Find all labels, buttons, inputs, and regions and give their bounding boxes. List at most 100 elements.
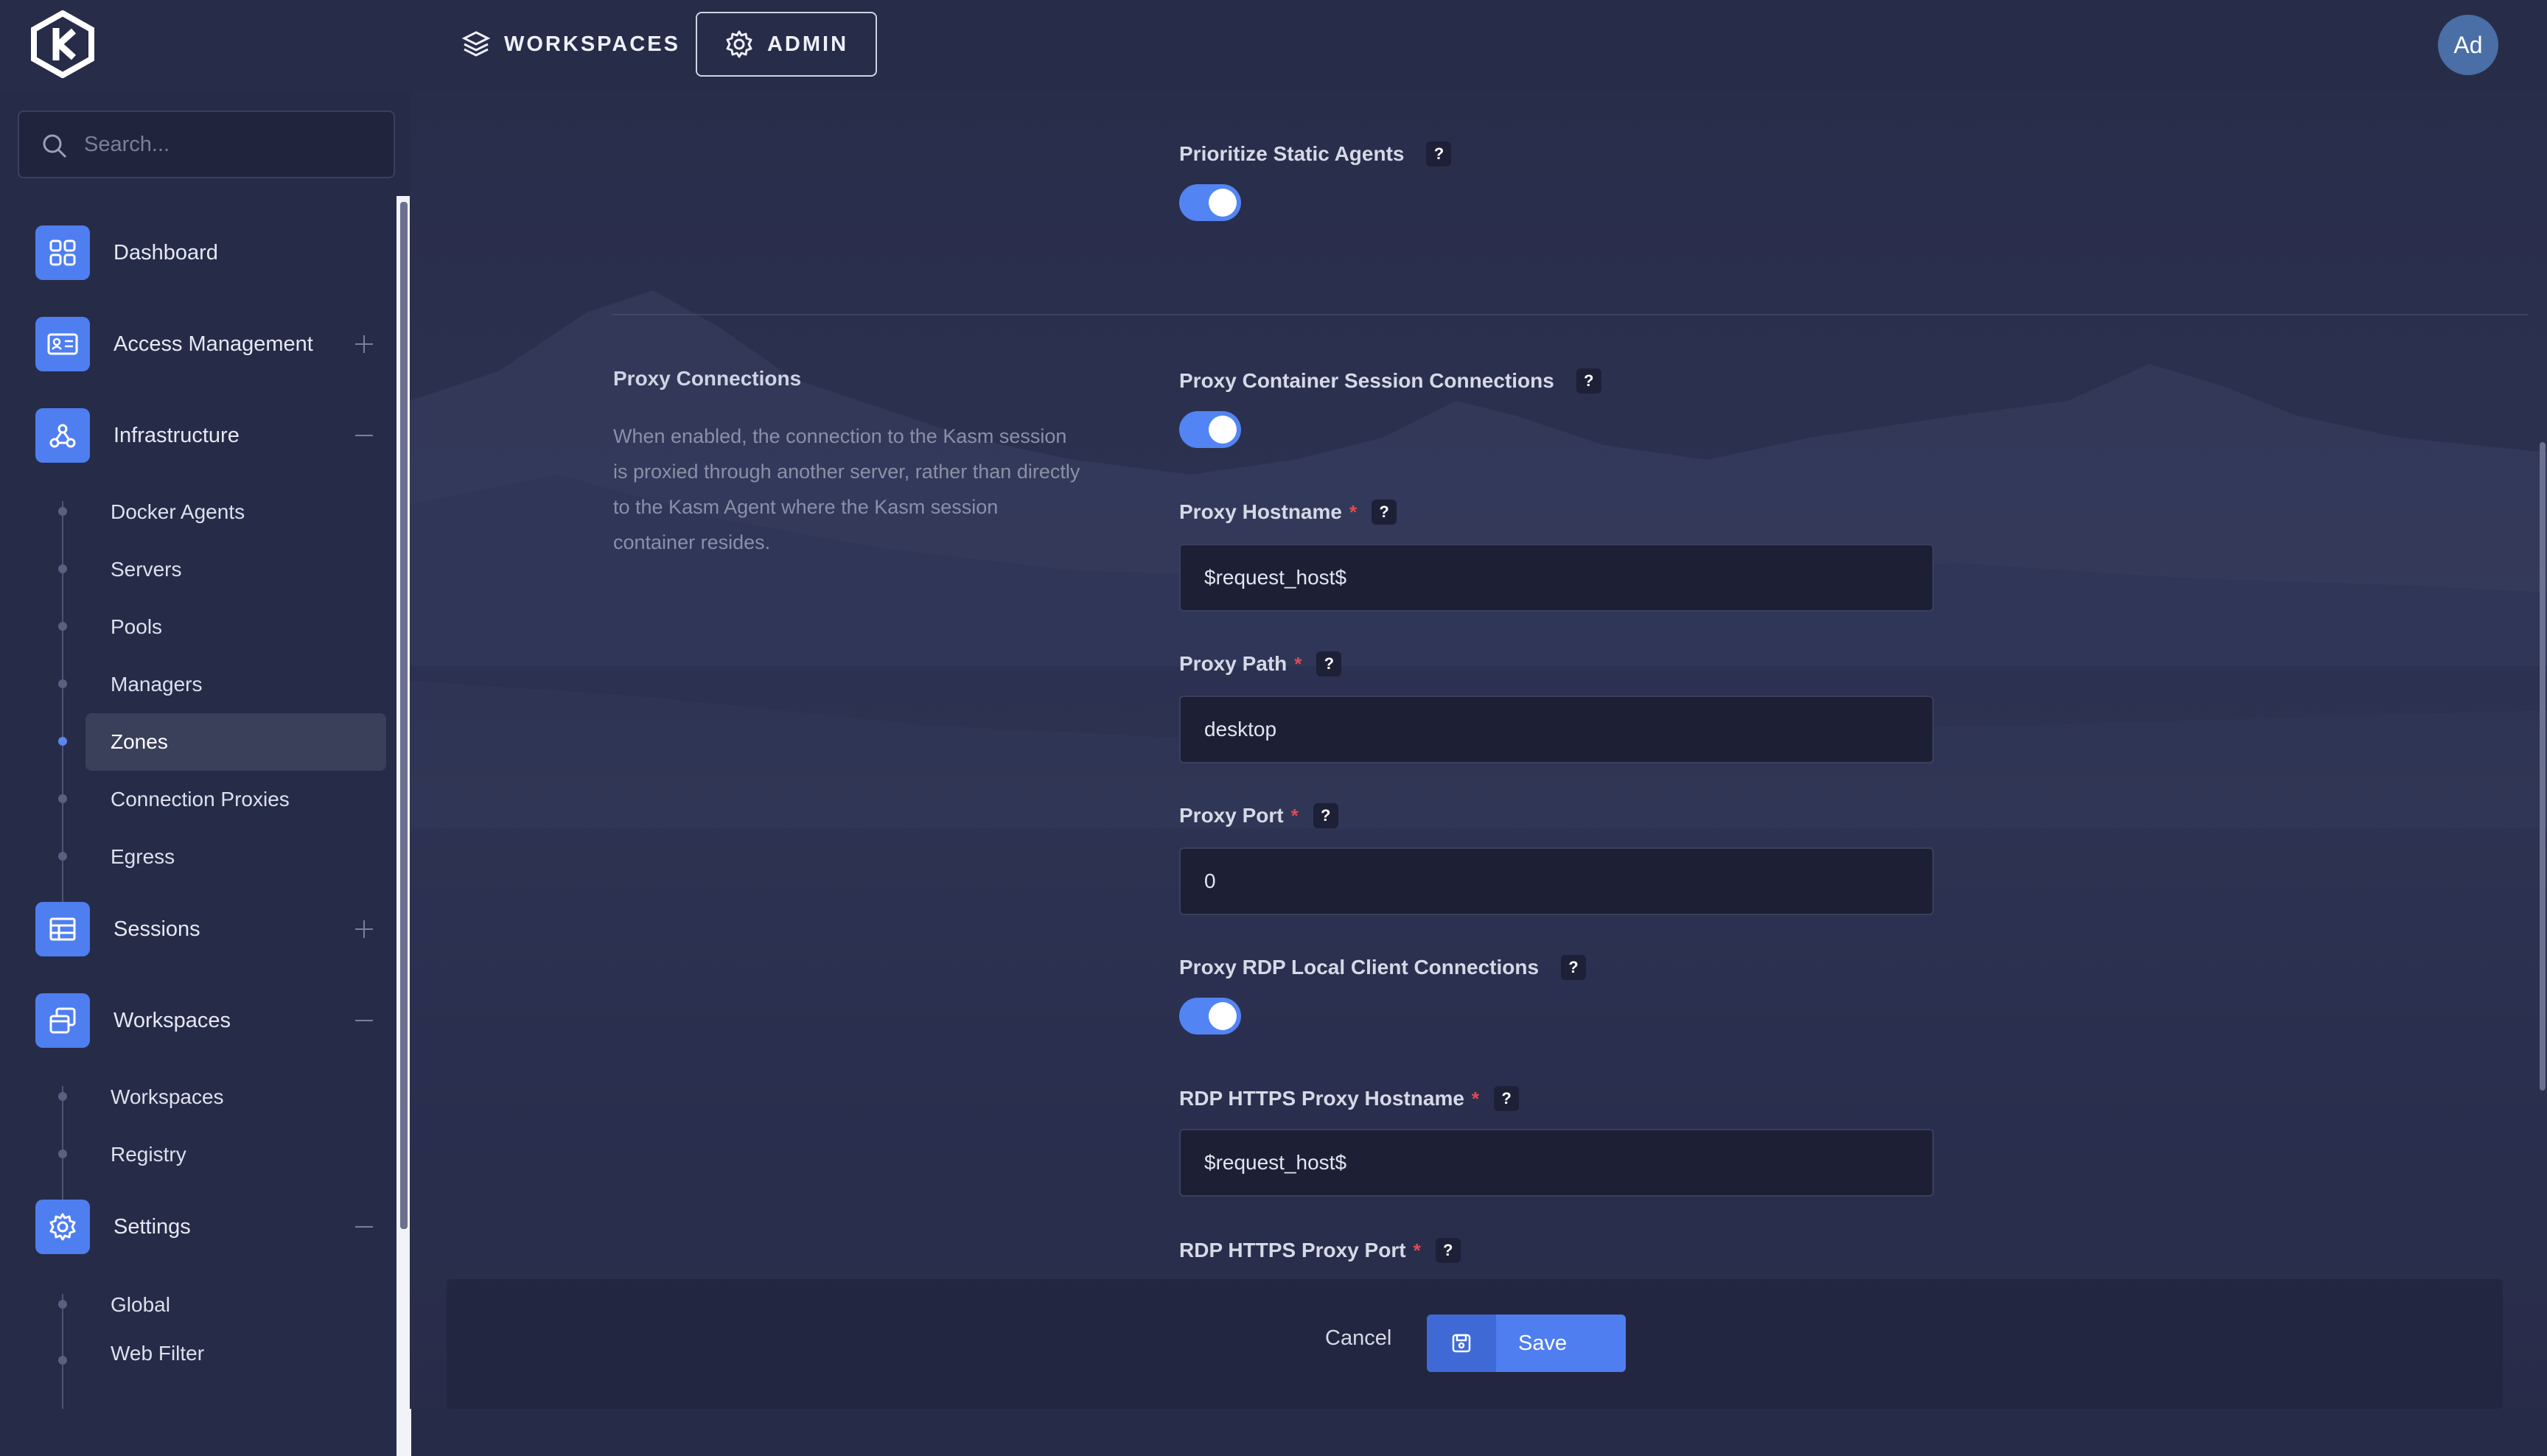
submenu-dot xyxy=(58,507,67,516)
sidebar-subitem-web-filter[interactable]: Web Filter xyxy=(85,1332,386,1375)
id-card-icon xyxy=(35,317,90,371)
expand-plus-icon[interactable] xyxy=(354,334,374,354)
toggle-knob xyxy=(1209,189,1237,217)
user-avatar[interactable]: Ad xyxy=(2438,15,2498,75)
help-icon[interactable]: ? xyxy=(1494,1086,1520,1111)
table-icon xyxy=(35,902,90,956)
field-label-text: Proxy Path xyxy=(1179,652,1288,675)
field-label-text: Proxy Port xyxy=(1179,804,1284,827)
help-icon[interactable]: ? xyxy=(1313,803,1338,828)
help-icon[interactable]: ? xyxy=(1372,500,1397,525)
sidebar-item-infrastructure[interactable]: Infrastructure xyxy=(35,408,374,463)
sidebar-item-sessions[interactable]: Sessions xyxy=(35,902,374,956)
nav-workspaces-button[interactable]: WORKSPACES xyxy=(461,12,682,77)
field-label-text: Proxy Hostname xyxy=(1179,500,1342,523)
field-label-text: Prioritize Static Agents xyxy=(1179,142,1405,165)
prioritize-static-agents-toggle[interactable] xyxy=(1179,184,1241,221)
sidebar-item-label: Workspaces xyxy=(113,1008,231,1032)
help-icon[interactable]: ? xyxy=(1435,1238,1461,1263)
proxy-rdp-local-label: Proxy RDP Local Client Connections ? xyxy=(1179,955,1587,980)
sidebar-item-access-management[interactable]: Access Management xyxy=(35,317,374,371)
required-asterisk: * xyxy=(1294,652,1302,675)
submenu-line xyxy=(62,1294,63,1409)
help-icon[interactable]: ? xyxy=(1316,651,1342,676)
required-asterisk: * xyxy=(1471,1087,1480,1110)
sidebar-item-label: Access Management xyxy=(113,332,313,356)
nav-workspaces-label: WORKSPACES xyxy=(504,32,680,56)
save-button-label: Save xyxy=(1518,1331,1568,1355)
help-icon[interactable]: ? xyxy=(1426,141,1452,167)
sidebar-subitem-registry[interactable]: Registry xyxy=(85,1126,386,1183)
main-scrollbar-thumb[interactable] xyxy=(2540,442,2546,1091)
sidebar-item-label: Dashboard xyxy=(113,240,218,265)
proxy-connections-description: When enabled, the connection to the Kasm… xyxy=(613,425,1080,553)
proxy-container-session-label: Proxy Container Session Connections ? xyxy=(1179,368,1601,393)
field-label-text: Proxy Container Session Connections xyxy=(1179,369,1554,392)
sidebar-subitem-connection-proxies[interactable]: Connection Proxies xyxy=(85,771,386,828)
sidebar-item-label: Settings xyxy=(113,1214,191,1239)
sidebar-subitem-managers[interactable]: Managers xyxy=(85,656,386,713)
submenu-dot xyxy=(58,1300,67,1309)
toggle-knob xyxy=(1209,416,1237,444)
nav-admin-label: ADMIN xyxy=(766,32,849,56)
sidebar-subitem-servers[interactable]: Servers xyxy=(85,541,386,598)
field-label-text: RDP HTTPS Proxy Hostname xyxy=(1179,1087,1464,1110)
submenu-dot xyxy=(58,622,67,631)
search-input[interactable] xyxy=(83,112,377,177)
nav-admin-button[interactable]: ADMIN xyxy=(696,12,877,77)
collapse-minus-icon[interactable] xyxy=(354,425,374,446)
submenu-dot xyxy=(58,679,67,688)
submenu-dot xyxy=(58,564,67,573)
sidebar-item-settings[interactable]: Settings xyxy=(35,1200,374,1254)
sidebar-item-dashboard[interactable]: Dashboard xyxy=(35,225,374,280)
proxy-path-label: Proxy Path * ? xyxy=(1179,651,1342,676)
submenu-dot xyxy=(58,1356,67,1365)
sidebar-subitem-docker-agents[interactable]: Docker Agents xyxy=(85,483,386,541)
top-bar: WORKSPACES ADMIN Ad xyxy=(0,0,2547,91)
sidebar-item-label: Sessions xyxy=(113,917,200,941)
prioritize-static-agents-label: Prioritize Static Agents ? xyxy=(1179,141,1452,167)
avatar-initials: Ad xyxy=(2453,31,2483,58)
submenu-dot xyxy=(58,794,67,803)
gear-icon xyxy=(726,30,752,58)
sidebar-subitem-workspaces[interactable]: Workspaces xyxy=(85,1068,386,1126)
sidebar-item-workspaces[interactable]: Workspaces xyxy=(35,993,374,1048)
sidebar-scrollbar-thumb[interactable] xyxy=(400,202,408,1229)
dashboard-grid-icon xyxy=(35,225,90,280)
required-asterisk: * xyxy=(1413,1239,1421,1261)
proxy-port-label: Proxy Port * ? xyxy=(1179,803,1338,828)
collapse-minus-icon[interactable] xyxy=(354,1217,374,1237)
rdp-https-proxy-hostname-field[interactable]: $request_host$ xyxy=(1179,1129,1934,1197)
rdp-https-proxy-hostname-label: RDP HTTPS Proxy Hostname * ? xyxy=(1179,1086,1520,1111)
help-icon[interactable]: ? xyxy=(1576,368,1601,393)
sidebar-subitem-global[interactable]: Global xyxy=(85,1276,386,1334)
submenu-dot xyxy=(58,852,67,861)
section-divider xyxy=(612,314,2528,315)
proxy-connections-title: Proxy Connections xyxy=(613,367,802,390)
collapse-minus-icon[interactable] xyxy=(354,1010,374,1031)
layers-icon xyxy=(461,31,491,57)
gear-icon xyxy=(35,1200,90,1254)
sidebar-subitem-zones[interactable]: Zones xyxy=(85,713,386,771)
help-icon[interactable]: ? xyxy=(1561,955,1587,980)
save-button[interactable]: Save xyxy=(1427,1315,1626,1372)
search-box xyxy=(18,111,395,178)
save-disk-icon xyxy=(1427,1315,1496,1372)
proxy-path-field[interactable]: desktop xyxy=(1179,696,1934,763)
sidebar-item-label: Infrastructure xyxy=(113,423,240,447)
field-label-text: Proxy RDP Local Client Connections xyxy=(1179,956,1540,979)
cancel-button[interactable]: Cancel xyxy=(1325,1326,1391,1351)
proxy-port-field[interactable]: 0 xyxy=(1179,847,1934,915)
sidebar-subitem-pools[interactable]: Pools xyxy=(85,598,386,656)
proxy-hostname-field[interactable]: $request_host$ xyxy=(1179,544,1934,612)
sidebar-subitem-egress[interactable]: Egress xyxy=(85,828,386,886)
kasm-logo-icon[interactable] xyxy=(29,10,96,78)
sidebar: Dashboard Access Management xyxy=(0,91,411,1456)
search-icon xyxy=(43,134,67,158)
proxy-rdp-local-toggle[interactable] xyxy=(1179,998,1241,1035)
submenu-dot xyxy=(58,1149,67,1158)
stacked-windows-icon xyxy=(35,993,90,1048)
proxy-container-session-toggle[interactable] xyxy=(1179,411,1241,448)
expand-plus-icon[interactable] xyxy=(354,919,374,939)
toggle-knob xyxy=(1209,1002,1237,1030)
